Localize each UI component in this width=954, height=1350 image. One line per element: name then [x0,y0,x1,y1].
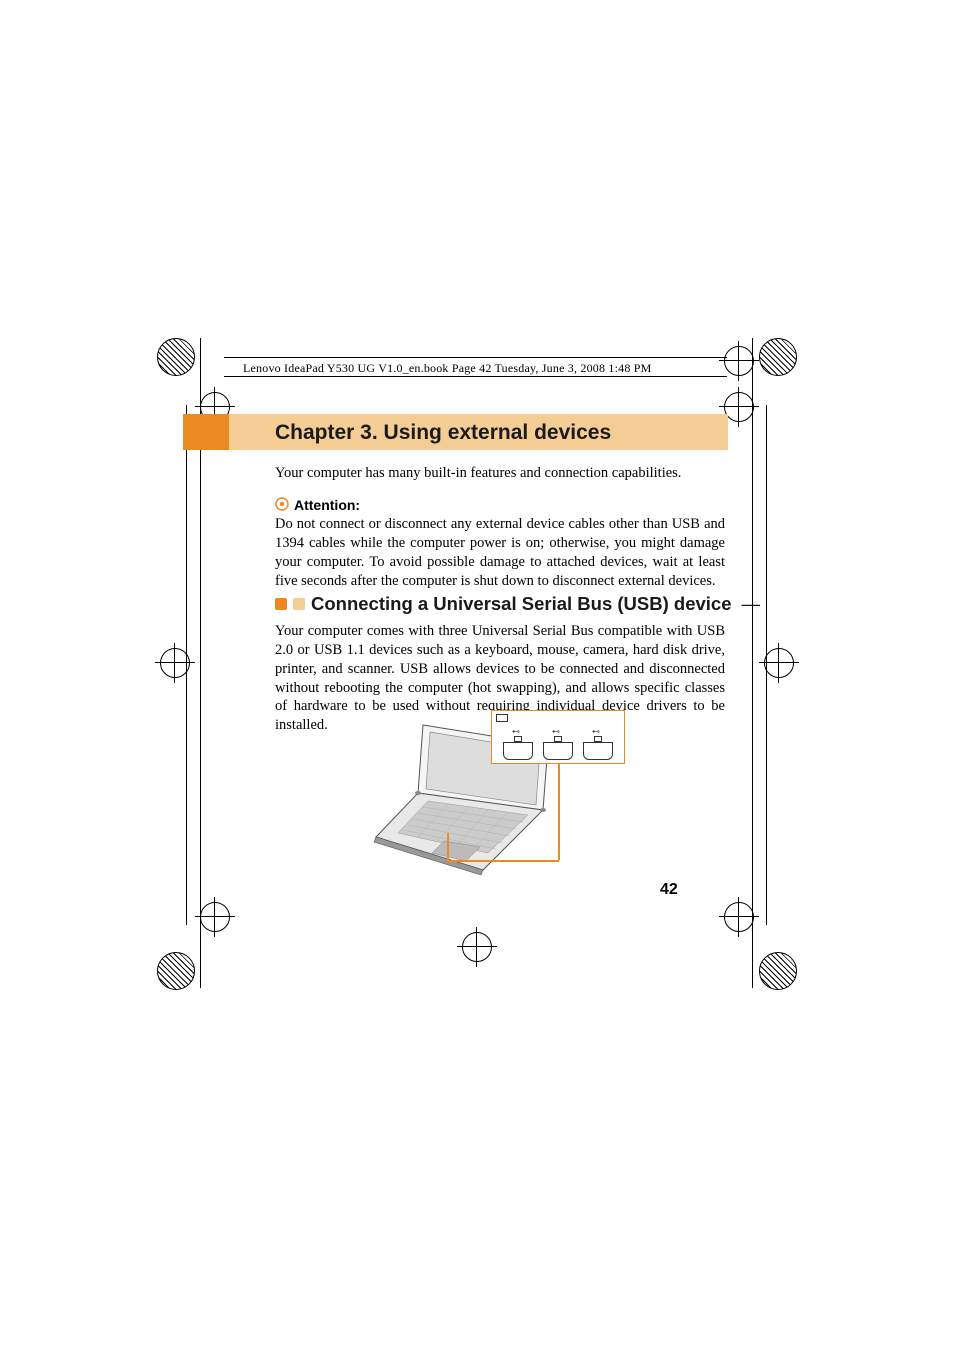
registration-hatch [157,952,195,990]
usb-port-icon: ⊷ [583,742,613,760]
header-rule-bottom [224,376,727,377]
usb-port-icon: ⊷ [503,742,533,760]
registration-hatch [759,952,797,990]
page-number: 42 [660,881,678,899]
book-header-text: Lenovo IdeaPad Y530 UG V1.0_en.book Page… [243,361,651,376]
callout-leader [447,833,449,860]
registration-mark [200,902,230,932]
header-rule-top [224,357,727,358]
attention-icon [275,497,289,511]
chapter-title: Chapter 3. Using external devices [275,421,611,445]
registration-mark [724,346,754,376]
attention-label: Attention: [294,497,360,513]
registration-hatch [759,338,797,376]
usb-ports-callout: ⊷ ⊷ ⊷ [491,710,625,764]
callout-leader [447,860,559,862]
registration-mark [764,648,794,678]
callout-leader [558,764,560,860]
section-heading-row: Connecting a Universal Serial Bus (USB) … [275,593,760,615]
attention-body: Do not connect or disconnect any externa… [275,515,725,590]
usb-port-icon: ⊷ [543,742,573,760]
crop-line [186,405,187,925]
crop-line [766,405,767,925]
registration-mark [724,392,754,422]
port-detail-icon [496,714,508,722]
section-title-dash: — [742,593,761,615]
crop-line [752,338,753,988]
registration-mark [724,902,754,932]
section-bullet-icon [275,598,287,610]
intro-paragraph: Your computer has many built-in features… [275,464,725,483]
section-bullet-icon [293,598,305,610]
document-page: Lenovo IdeaPad Y530 UG V1.0_en.book Page… [0,0,954,1350]
chapter-banner-accent [183,414,229,450]
registration-hatch [157,338,195,376]
section-title: Connecting a Universal Serial Bus (USB) … [311,593,732,615]
registration-mark [462,932,492,962]
